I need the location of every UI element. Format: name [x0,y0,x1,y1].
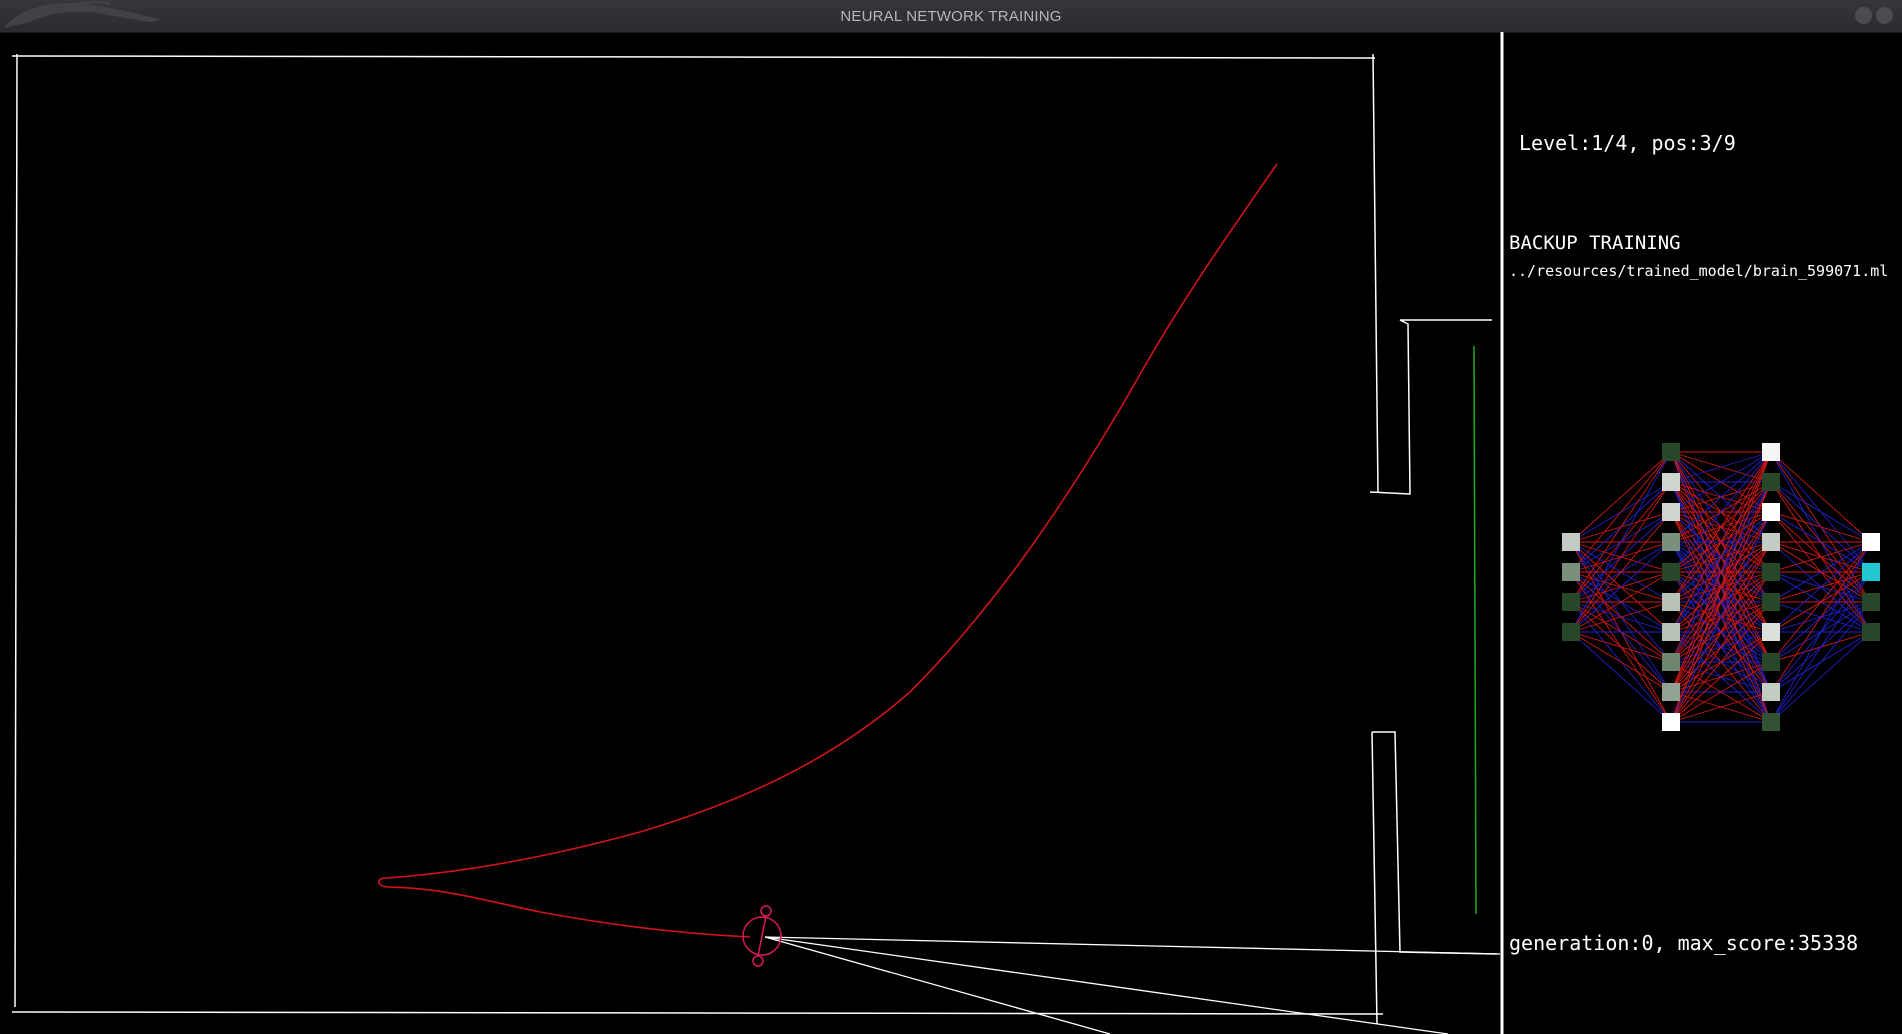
nn-neuron-hidden-1 [1662,443,1680,461]
nn-connection [1770,511,1872,543]
nn-connection [1570,451,1672,543]
sensor-ray [764,936,1449,1034]
obstacle-lower [1371,731,1378,1025]
nn-neuron-output [1862,593,1880,611]
sensor-ray [764,936,1501,955]
nn-neuron-output [1862,563,1880,581]
nn-neuron-hidden-1 [1662,503,1680,521]
window-titlebar[interactable]: NEURAL NETWORK TRAINING [0,0,1902,33]
sensor-ray [764,936,1111,1034]
nn-neuron-hidden-2 [1762,683,1780,701]
nn-connection [1570,481,1672,633]
nn-neuron-hidden-1 [1662,623,1680,641]
nn-connection [1770,571,1872,723]
model-path: ../resources/trained_model/brain_599071.… [1509,262,1889,280]
nn-neuron-hidden-2 [1762,563,1780,581]
nn-neuron-hidden-2 [1762,593,1780,611]
nn-neuron-hidden-2 [1762,503,1780,521]
nn-neuron-output [1862,533,1880,551]
nn-connection [1770,451,1872,543]
agent-trail [377,163,1278,938]
nn-connection [1770,541,1872,693]
nn-connection [1770,631,1872,723]
nn-connection [1570,631,1672,663]
bottom-wall [11,1011,1384,1015]
nn-neuron-hidden-2 [1762,473,1780,491]
left-wall [14,53,18,1008]
nn-neuron-input [1562,623,1580,641]
nn-connection [1770,601,1872,723]
goal-line [1473,345,1477,915]
nn-neuron-hidden-2 [1762,653,1780,671]
nn-neuron-output [1862,623,1880,641]
top-wall [11,55,1376,59]
nn-neuron-hidden-1 [1662,713,1680,731]
nn-neuron-hidden-1 [1662,653,1680,671]
nn-neuron-hidden-1 [1662,683,1680,701]
nn-neuron-hidden-1 [1662,473,1680,491]
nn-neuron-input [1562,563,1580,581]
agent [742,905,782,967]
minimize-icon[interactable] [1855,7,1872,24]
backup-title: BACKUP TRAINING [1509,232,1681,254]
neural-network-diagram [1562,443,1880,731]
window-title: NEURAL NETWORK TRAINING [840,8,1062,25]
nn-neuron-hidden-2 [1762,623,1780,641]
obstacle-lower-right [1372,731,1498,955]
nn-connection [1570,631,1672,723]
right-wall-upper [1372,53,1379,493]
nn-connection [1770,481,1872,543]
nn-connection [1570,451,1672,573]
nn-neuron-input [1562,593,1580,611]
nn-neuron-hidden-2 [1762,713,1780,731]
nn-neuron-hidden-1 [1662,533,1680,551]
sensor-rays [764,936,1501,1034]
nn-neuron-hidden-1 [1662,593,1680,611]
nn-neuron-hidden-2 [1762,533,1780,551]
nn-neuron-hidden-2 [1762,443,1780,461]
close-icon[interactable] [1876,7,1893,24]
track-walls [11,53,1498,1025]
nn-neuron-input [1562,533,1580,551]
nn-connection [1570,451,1672,603]
generation-status: generation:0, max_score:35338 [1509,931,1859,955]
nn-connection [1570,631,1672,693]
level-status: Level:1/4, pos:3/9 [1519,131,1736,155]
nn-neuron-hidden-1 [1662,563,1680,581]
